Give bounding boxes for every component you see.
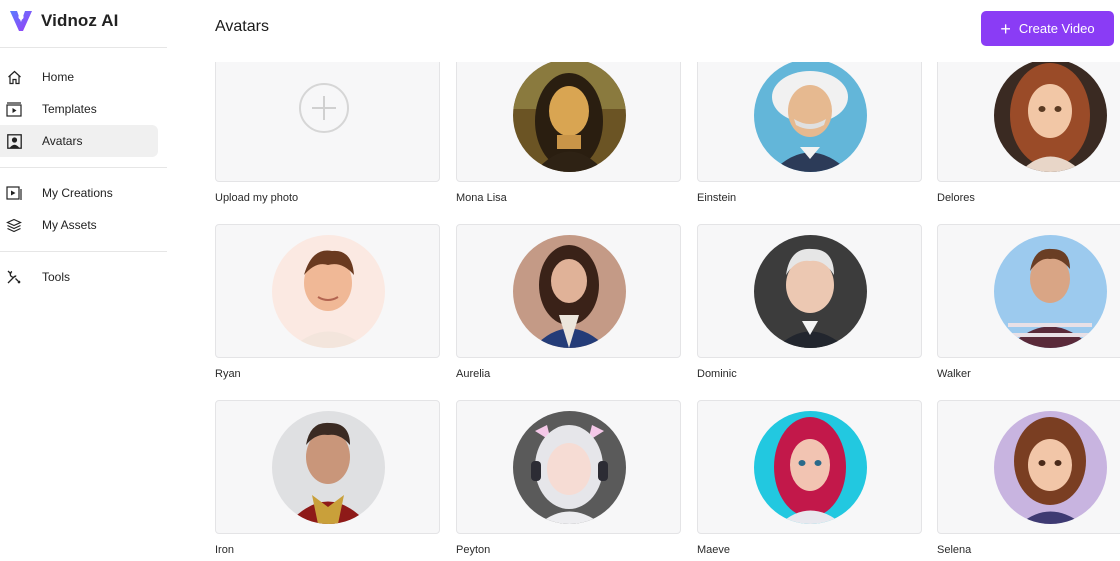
avatar-name: Selena bbox=[937, 544, 972, 556]
avatar-name: Upload my photo bbox=[215, 192, 299, 204]
sidebar-item-home[interactable]: Home bbox=[0, 61, 158, 93]
iron-avatar bbox=[272, 411, 385, 524]
templates-icon bbox=[6, 101, 22, 117]
walker-avatar bbox=[994, 235, 1107, 348]
avatar-name: Maeve bbox=[697, 544, 731, 556]
sidebar-item-label: Home bbox=[42, 70, 75, 84]
sidebar-item-tools[interactable]: Tools bbox=[0, 261, 158, 293]
peyton-avatar bbox=[513, 411, 626, 524]
avatar-name: Einstein bbox=[697, 192, 737, 204]
layers-icon bbox=[6, 217, 22, 233]
sidebar-divider bbox=[0, 167, 167, 168]
sidebar-item-label: Templates bbox=[42, 102, 97, 116]
brand-name: Vidnoz AI bbox=[41, 11, 119, 30]
sidebar-item-label: My Assets bbox=[42, 218, 97, 232]
avatar-thumbnail[interactable] bbox=[937, 62, 1120, 182]
add-photo-icon[interactable] bbox=[299, 83, 349, 133]
sidebar-item-my-creations[interactable]: My Creations bbox=[0, 177, 158, 209]
avatar-thumbnail[interactable] bbox=[215, 224, 440, 358]
sidebar-divider bbox=[0, 47, 167, 48]
brand-logo[interactable]: Vidnoz AI bbox=[8, 7, 118, 35]
avatar-thumbnail[interactable] bbox=[215, 400, 440, 534]
upload-thumbnail[interactable] bbox=[215, 62, 440, 182]
sidebar-item-label: Tools bbox=[42, 270, 71, 284]
avatar-thumbnail[interactable] bbox=[697, 62, 922, 182]
play-folder-icon bbox=[6, 185, 22, 201]
selena-avatar bbox=[994, 411, 1107, 524]
sidebar-item-avatars[interactable]: Avatars bbox=[0, 125, 158, 157]
sidebar-divider bbox=[0, 251, 167, 252]
create-video-button[interactable]: + Create Video bbox=[981, 11, 1114, 46]
avatar-thumbnail[interactable] bbox=[937, 400, 1120, 534]
plus-icon: + bbox=[1000, 18, 1011, 39]
tools-icon bbox=[6, 269, 22, 285]
avatar-thumbnail[interactable] bbox=[697, 400, 922, 534]
avatar-name: Ryan bbox=[215, 368, 241, 380]
maeve-avatar bbox=[754, 411, 867, 524]
avatar-name: Aurelia bbox=[456, 368, 491, 380]
sidebar: Vidnoz AI Home Templates Avatars My Crea… bbox=[0, 0, 167, 561]
sidebar-item-label: My Creations bbox=[42, 186, 113, 200]
ryan-avatar bbox=[272, 235, 385, 348]
create-video-label: Create Video bbox=[1018, 21, 1095, 36]
mona-lisa-avatar bbox=[513, 62, 626, 172]
sidebar-item-my-assets[interactable]: My Assets bbox=[0, 209, 158, 241]
delores-avatar bbox=[994, 62, 1107, 172]
avatar-thumbnail[interactable] bbox=[456, 62, 681, 182]
dominic-avatar bbox=[754, 235, 867, 348]
einstein-avatar bbox=[754, 62, 867, 172]
avatar-name: Dominic bbox=[697, 368, 737, 380]
page-title: Avatars bbox=[215, 18, 269, 35]
home-icon bbox=[6, 69, 22, 85]
avatar-thumbnail[interactable] bbox=[697, 224, 922, 358]
avatar-name: Walker bbox=[937, 368, 971, 380]
page-header: Avatars + Create Video bbox=[167, 0, 1120, 62]
sidebar-item-templates[interactable]: Templates bbox=[0, 93, 158, 125]
avatar-name: Mona Lisa bbox=[456, 192, 507, 204]
avatar-name: Delores bbox=[937, 192, 975, 204]
avatar-name: Iron bbox=[215, 544, 234, 556]
avatar-thumbnail[interactable] bbox=[937, 224, 1120, 358]
aurelia-avatar bbox=[513, 235, 626, 348]
avatar-name: Peyton bbox=[456, 544, 491, 556]
sidebar-item-label: Avatars bbox=[42, 134, 83, 148]
avatar-thumbnail[interactable] bbox=[456, 224, 681, 358]
avatar-icon bbox=[6, 133, 22, 149]
vidnoz-logo-icon bbox=[10, 11, 32, 31]
avatar-grid: Upload my photo Mona Lisa Einstein Delor… bbox=[215, 62, 1120, 561]
avatar-thumbnail[interactable] bbox=[456, 400, 681, 534]
